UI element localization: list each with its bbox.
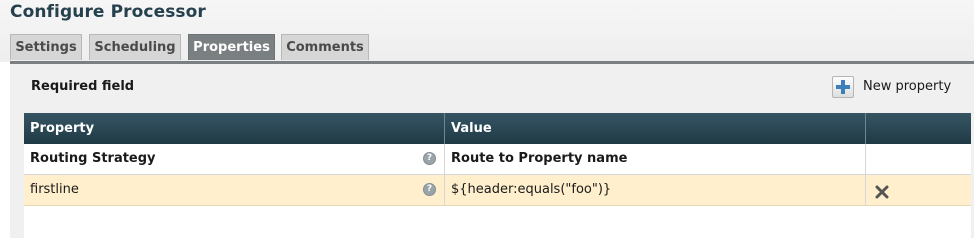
row-actions-cell bbox=[866, 144, 971, 174]
property-name-cell: firstline ? bbox=[24, 175, 445, 205]
close-x-icon[interactable] bbox=[874, 182, 890, 199]
required-field-label: Required field bbox=[31, 79, 135, 94]
column-header-value: Value bbox=[445, 113, 866, 144]
property-value-cell[interactable]: ${header:equals("foo")} bbox=[445, 175, 866, 205]
properties-panel: Required field New property Property Val… bbox=[10, 64, 974, 238]
table-header: Property Value bbox=[24, 113, 971, 144]
properties-table: Property Value Routing Strategy ? Route … bbox=[24, 113, 971, 238]
tab-settings[interactable]: Settings bbox=[10, 34, 82, 60]
column-header-property: Property bbox=[24, 113, 445, 144]
dialog-header: Configure Processor Settings Scheduling … bbox=[0, 0, 974, 62]
property-value-cell[interactable]: Route to Property name bbox=[445, 144, 866, 174]
property-name: firstline bbox=[30, 182, 79, 197]
tab-comments[interactable]: Comments bbox=[281, 34, 369, 60]
help-icon[interactable]: ? bbox=[423, 152, 436, 165]
column-header-actions bbox=[866, 113, 971, 144]
help-icon[interactable]: ? bbox=[423, 183, 436, 196]
row-actions-cell bbox=[866, 175, 971, 205]
tab-scheduling[interactable]: Scheduling bbox=[89, 34, 181, 60]
dialog-title: Configure Processor bbox=[10, 2, 206, 22]
new-property-label[interactable]: New property bbox=[863, 79, 951, 94]
tab-properties[interactable]: Properties bbox=[188, 34, 275, 60]
plus-icon[interactable] bbox=[832, 76, 854, 98]
table-row[interactable]: firstline ? ${header:equals("foo")} bbox=[24, 175, 971, 206]
table-row[interactable]: Routing Strategy ? Route to Property nam… bbox=[24, 144, 971, 175]
property-name-cell: Routing Strategy ? bbox=[24, 144, 445, 174]
property-name: Routing Strategy bbox=[30, 151, 156, 166]
